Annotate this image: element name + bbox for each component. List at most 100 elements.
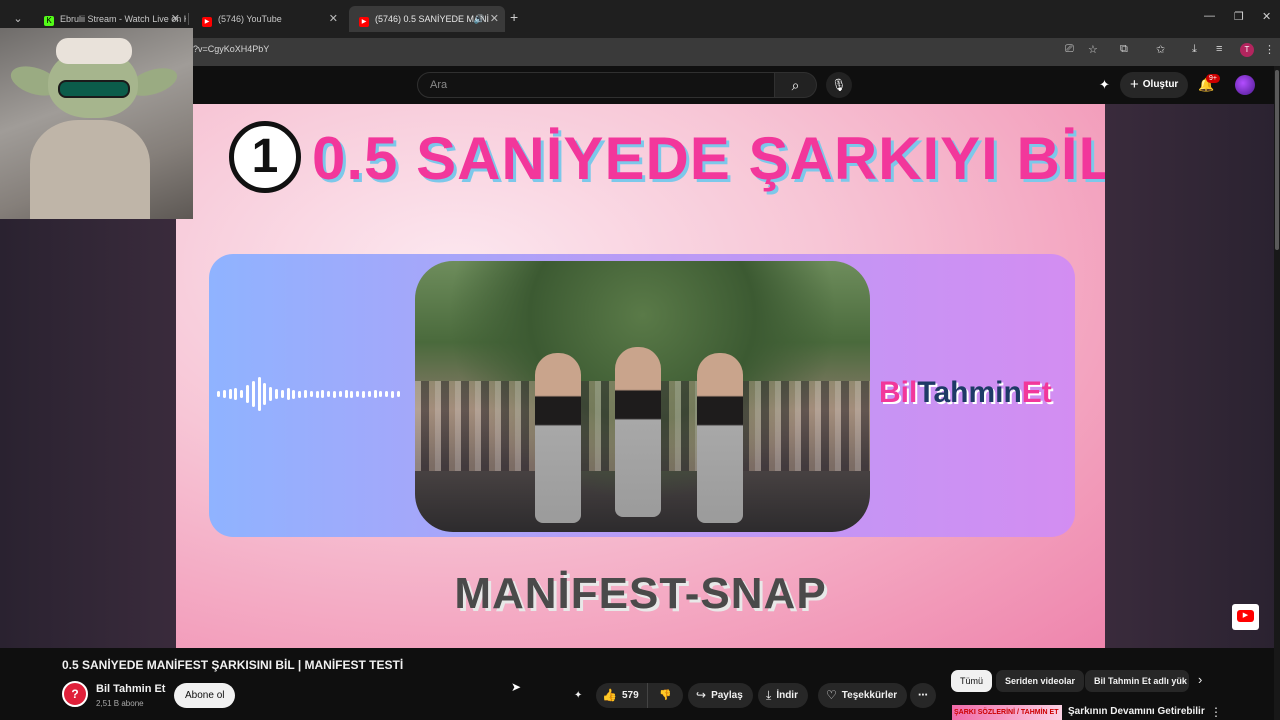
- waveform-bar: [362, 390, 365, 398]
- video-overlay-title: 0.5 SANİYEDE ŞARKIYI BİL: [312, 125, 1105, 192]
- waveform-bar: [298, 390, 302, 398]
- brand-part-2: Tahmin: [917, 376, 1022, 409]
- tab-kick-stream[interactable]: K Ebrulii Stream - Watch Live on K ✕: [34, 8, 186, 30]
- webcam-figure-bow: [56, 38, 132, 64]
- waveform-bar: [338, 391, 342, 397]
- chip-series-videos[interactable]: Seriden videolar: [996, 670, 1085, 692]
- tab-title: (5746) 0.5 SANİYEDE MANİ: [375, 14, 490, 24]
- thanks-heart-icon: ♡: [826, 688, 837, 702]
- thumbs-down-icon: 👎: [659, 690, 672, 701]
- tab-youtube-video[interactable]: ▶ (5746) 0.5 SANİYEDE MANİ 🔊 ✕: [349, 6, 505, 32]
- waveform-bar: [391, 390, 394, 398]
- video-player[interactable]: 1 0.5 SANİYEDE ŞARKIYI BİL BilTahminEt M…: [176, 104, 1105, 648]
- waveform-bar: [269, 387, 273, 401]
- create-button[interactable]: + Oluştur: [1120, 72, 1189, 98]
- close-window-icon[interactable]: ✕: [1262, 10, 1271, 23]
- waveform-bar: [286, 388, 290, 400]
- waveform-bar: [234, 388, 238, 400]
- chevron-right-icon[interactable]: ›: [1198, 672, 1202, 687]
- waveform-bar: [222, 390, 226, 398]
- notifications-badge: 9+: [1206, 74, 1220, 83]
- waveform-bar: [292, 389, 296, 399]
- waveform-bar: [315, 390, 319, 398]
- thanks-button[interactable]: ♡ Teşekkürler: [818, 683, 908, 708]
- waveform-bar: [246, 385, 249, 403]
- dislike-button[interactable]: 👎: [647, 683, 683, 708]
- share-button[interactable]: ↪ Paylaş: [688, 683, 753, 708]
- tab-close-icon[interactable]: ✕: [490, 6, 499, 32]
- audio-waveform: [217, 372, 407, 416]
- channel-name[interactable]: Bil Tahmin Et: [96, 683, 165, 695]
- brand-part-3: Et: [1021, 376, 1052, 409]
- favorites-icon[interactable]: ✩: [1156, 43, 1165, 56]
- media-controls-icon[interactable]: ≡: [1216, 43, 1222, 55]
- video-info-section: 0.5 SANİYEDE MANİFEST ŞARKISINI BİL | MA…: [0, 648, 1280, 720]
- ask-ai-icon[interactable]: ✦: [574, 683, 590, 708]
- dancer-right: [697, 353, 743, 523]
- chip-all[interactable]: Tümü: [951, 670, 993, 692]
- cast-icon[interactable]: ⎚: [1065, 43, 1074, 56]
- tab-separator: [188, 13, 189, 25]
- profile-avatar[interactable]: T: [1240, 43, 1254, 57]
- waveform-bar: [333, 390, 336, 398]
- speaker-icon[interactable]: 🔊: [474, 6, 485, 32]
- dancer-left: [535, 353, 581, 523]
- waveform-bar: [356, 391, 360, 397]
- recommended-title[interactable]: Şarkının Devamını Getirebilir: [1068, 706, 1205, 717]
- tab-youtube-home[interactable]: ▶ (5746) YouTube ✕: [192, 8, 344, 30]
- thumbs-up-icon: 👍: [602, 688, 617, 702]
- like-button[interactable]: 👍 579: [596, 683, 649, 708]
- waveform-bar: [240, 390, 244, 398]
- channel-avatar[interactable]: ?: [62, 681, 88, 707]
- waveform-bar: [251, 381, 255, 407]
- share-label: Paylaş: [711, 690, 743, 701]
- recommended-thumbnail[interactable]: ŞARKI SÖZLERİNİ / TAHMİN ET: [952, 705, 1062, 720]
- menu-dots-icon[interactable]: ⋮: [1264, 43, 1275, 56]
- waveform-bar: [257, 377, 261, 411]
- minimize-icon[interactable]: —: [1204, 10, 1215, 22]
- like-count: 579: [621, 690, 639, 701]
- screen: ⌄ K Ebrulii Stream - Watch Live on K ✕ ▶ (…: [0, 0, 1280, 720]
- search-input[interactable]: Ara: [417, 72, 775, 98]
- restore-icon[interactable]: ❐: [1234, 10, 1244, 23]
- waveform-bar: [379, 391, 383, 397]
- waveform-bar: [263, 383, 267, 405]
- download-label: İndir: [776, 690, 798, 701]
- tab-search-chevron-icon[interactable]: ⌄: [8, 10, 28, 28]
- channel-subscriber-count: 2,51 B abone: [96, 699, 144, 708]
- download-icon[interactable]: ⤓: [1192, 43, 1197, 56]
- waveform-bar: [321, 390, 325, 398]
- waveform-bar: [228, 389, 232, 399]
- plus-icon: +: [1130, 76, 1139, 93]
- user-avatar[interactable]: [1235, 75, 1255, 95]
- voice-search-button[interactable]: 🎙: [826, 72, 852, 98]
- chip-channel-uploads[interactable]: Bil Tahmin Et adlı yük: [1085, 670, 1189, 692]
- extensions-icon[interactable]: ⧉: [1120, 43, 1128, 56]
- more-horizontal-icon: ⋯: [918, 690, 928, 701]
- tab-title: Ebrulii Stream - Watch Live on K: [60, 14, 186, 24]
- tab-close-icon[interactable]: ✕: [329, 8, 338, 30]
- download-button[interactable]: ⤓ İndir: [758, 683, 808, 708]
- rank-badge: 1: [229, 121, 301, 193]
- search-button[interactable]: ⌕: [775, 72, 817, 98]
- share-arrow-icon: ↪: [696, 688, 707, 702]
- subscribe-button[interactable]: Abone ol: [174, 683, 236, 708]
- ai-sparkle-icon[interactable]: ✦: [1099, 77, 1110, 93]
- scrollbar-thumb[interactable]: [1275, 70, 1279, 250]
- brand-part-1: Bil: [879, 376, 918, 409]
- microphone-icon: 🎙: [831, 78, 847, 92]
- address-bar[interactable]: ?v=CgyKoXH4PbY: [193, 44, 269, 54]
- webcam-figure-body: [30, 120, 150, 219]
- mouse-cursor-icon: ➤: [511, 680, 522, 694]
- dancer-center: [615, 347, 661, 517]
- new-tab-plus-icon[interactable]: +: [510, 9, 518, 25]
- tab-close-icon[interactable]: ✕: [171, 8, 180, 30]
- thanks-label: Teşekkürler: [841, 690, 898, 701]
- waveform-bar: [367, 391, 371, 397]
- more-actions-button[interactable]: ⋯: [910, 683, 936, 708]
- bookmark-star-icon[interactable]: ☆: [1088, 43, 1098, 56]
- subscribe-watermark[interactable]: ▶: [1232, 604, 1259, 630]
- waveform-bar: [327, 391, 331, 397]
- recommended-more-icon[interactable]: ⋮: [1210, 705, 1222, 719]
- download-arrow-icon: ⤓: [766, 688, 772, 702]
